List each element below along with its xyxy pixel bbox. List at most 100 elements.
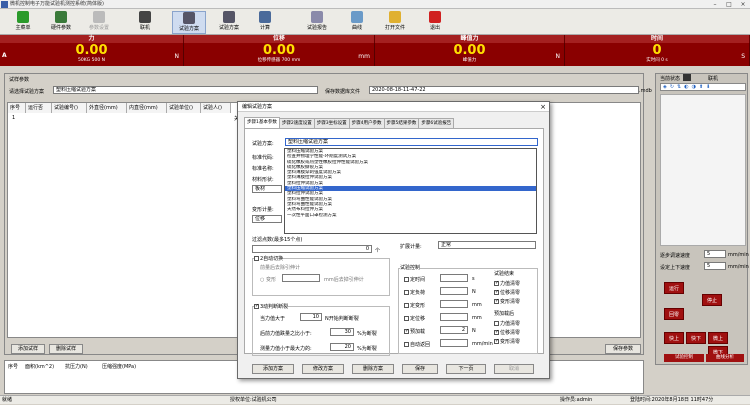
db-file-input[interactable]: 2020-08-18-11-47-22 — [369, 86, 639, 94]
end-deform-zero[interactable]: 变形清零 — [494, 298, 520, 305]
ctrl-unit: N — [472, 328, 476, 334]
close-icon[interactable]: × — [736, 0, 750, 9]
tab-step2[interactable]: 步骤2速度设置 — [278, 118, 315, 128]
add-sample-button[interactable]: 添加试样 — [11, 344, 45, 354]
report-icon — [311, 11, 323, 23]
break-min-input[interactable]: 20 — [330, 343, 354, 351]
filter-unit: 个 — [375, 248, 381, 254]
break-min-unit: %为断裂 — [357, 346, 377, 352]
ctrl-time-checkbox[interactable]: 定时间 — [404, 276, 425, 283]
autocut-input[interactable] — [282, 274, 320, 282]
delete-sample-button[interactable]: 删除试样 — [49, 344, 83, 354]
col-header: 试验人() — [201, 103, 231, 113]
settings-button[interactable]: 参数设置 — [82, 11, 116, 34]
report-button[interactable]: 试验报告 — [300, 11, 334, 34]
maximize-icon[interactable]: □ — [722, 0, 736, 9]
scheme-button[interactable]: 试验方案 — [172, 11, 206, 34]
connect-button[interactable]: 联机 — [128, 11, 162, 34]
save-params-button[interactable]: 保存参数 — [605, 344, 641, 354]
autocut-mode-radio[interactable]: ○ 变形 — [260, 276, 276, 283]
stop-button[interactable]: 停止 — [702, 294, 722, 306]
ctrl-return-input[interactable] — [440, 339, 468, 347]
scheme2-button[interactable]: 试验方案 — [212, 11, 246, 34]
hardware-button[interactable]: 硬件参数 — [44, 11, 78, 34]
disp-meter: 0.00 mm 位移传感器 700 mm — [184, 43, 375, 66]
break-drop-input[interactable]: 30 — [330, 328, 354, 336]
list-item[interactable]: 一次性平面口罩检测方案 — [285, 213, 536, 218]
deform-select[interactable]: 位移 — [252, 215, 282, 223]
dialog-close-icon[interactable]: × — [540, 103, 546, 111]
break-checkbox[interactable]: 3动判断断裂 — [254, 303, 289, 310]
exit-button[interactable]: 退出 — [418, 11, 452, 34]
next-page-button[interactable]: 下一页 — [446, 364, 486, 374]
result-header: 序号 — [8, 364, 19, 370]
save-button[interactable]: 保存 — [402, 364, 438, 374]
preload-after-label: 预加载后 — [494, 311, 515, 317]
ctrl-preload-input[interactable]: 2 — [440, 326, 468, 334]
ctrl-deform-checkbox[interactable]: 定变形 — [404, 302, 425, 309]
filter-input[interactable]: 0 — [252, 245, 372, 253]
connect-label: 联机 — [708, 76, 719, 82]
add-scheme-button[interactable]: 添加方案 — [252, 364, 294, 374]
expand-select[interactable]: 正常 — [438, 241, 536, 249]
tab-step6[interactable]: 步骤6试验报告 — [418, 118, 455, 128]
ctrl-load-checkbox[interactable]: 定负荷 — [404, 289, 425, 296]
pre-deform-zero[interactable]: 变形清零 — [494, 338, 520, 345]
autocut-sub: 前量后去除引伸计 — [260, 265, 301, 271]
speed-input[interactable]: 5 — [704, 250, 726, 258]
ctrl-disp-checkbox[interactable]: 定位移 — [404, 315, 425, 322]
main-menu-button[interactable]: 主菜单 — [6, 11, 40, 34]
end-disp-zero[interactable]: 位移清零 — [494, 289, 520, 296]
scheme-select[interactable]: 塑料压缩试验方案 — [53, 86, 318, 94]
ctrl-load-input[interactable] — [440, 287, 468, 295]
fast-up-button[interactable]: 快上 — [664, 332, 684, 344]
fine-up-button[interactable]: 微上 — [708, 332, 728, 344]
table-row[interactable]: 1 — [12, 115, 15, 121]
ctrl-unit: N — [472, 289, 476, 295]
cancel-button[interactable]: 取消 — [494, 364, 534, 374]
time-title: 时间 — [565, 35, 750, 43]
fast-down-button[interactable]: 快下 — [686, 332, 706, 344]
run-button[interactable]: 运行 — [664, 282, 684, 294]
pre-force-zero[interactable]: 力值清零 — [494, 320, 520, 327]
disp-title: 位移 — [184, 35, 375, 43]
window-controls: – □ × — [708, 0, 750, 9]
scheme-dropdown-list[interactable]: 塑料压缩试验方案 检查井物理学性能-环刚度测试方案 硫化橡胶或热塑性橡胶拉伸性能… — [284, 148, 537, 234]
upper-speed-input[interactable]: 5 — [704, 262, 726, 270]
modify-scheme-button[interactable]: 修改方案 — [302, 364, 344, 374]
scheme-icon — [183, 12, 195, 24]
ctrl-preload-checkbox[interactable]: 预加载 — [404, 328, 425, 335]
return-zero-button[interactable]: 回零 — [664, 308, 684, 320]
std-code-label: 标准代码: — [252, 155, 274, 161]
tab-step4[interactable]: 步骤4用户参数 — [348, 118, 385, 128]
expand-label: 扩展计量: — [400, 244, 422, 250]
ctrl-time-input[interactable] — [440, 274, 468, 282]
upper-speed-label: 设定上下速度 — [660, 265, 691, 271]
end-force-zero[interactable]: 力值清零 — [494, 280, 520, 287]
autocut-checkbox[interactable]: 2自动切换 — [254, 255, 284, 262]
upper-speed-unit: mm/min — [728, 264, 749, 270]
tab-step3[interactable]: 步骤3坐标设置 — [313, 118, 350, 128]
break-force-input[interactable]: 10 — [300, 313, 322, 321]
calc-button[interactable]: 计算 — [248, 11, 282, 34]
curve-button[interactable]: 曲线 — [340, 11, 374, 34]
test-end-label: 试验结束 — [494, 271, 515, 277]
pre-disp-zero[interactable]: 位移清零 — [494, 329, 520, 336]
ctrl-disp-input[interactable] — [440, 313, 468, 321]
settings-icon — [93, 11, 105, 23]
main-menu-icon — [17, 11, 29, 23]
open-file-button[interactable]: 打开文件 — [378, 11, 412, 34]
ctrl-auto-return-checkbox[interactable]: 自动返回 — [404, 341, 430, 348]
break-min-label: 测量力值小于最大力的: — [260, 346, 312, 352]
delete-scheme-button[interactable]: 删除方案 — [352, 364, 394, 374]
scheme-combo[interactable]: 塑料压缩试验方案 — [285, 138, 538, 146]
material-select[interactable]: 板材 — [252, 185, 282, 193]
tab-step5[interactable]: 步骤5结果参数 — [383, 118, 420, 128]
tab-step1[interactable]: 步骤1基本参数 — [244, 117, 280, 128]
ctrl-deform-input[interactable] — [440, 300, 468, 308]
curve-analysis-button[interactable]: 曲线分析 — [706, 354, 744, 362]
minimize-icon[interactable]: – — [708, 0, 722, 9]
exit-icon — [429, 11, 441, 23]
folder-icon — [389, 11, 401, 23]
trial-control-button[interactable]: 试验控制 — [664, 354, 704, 362]
